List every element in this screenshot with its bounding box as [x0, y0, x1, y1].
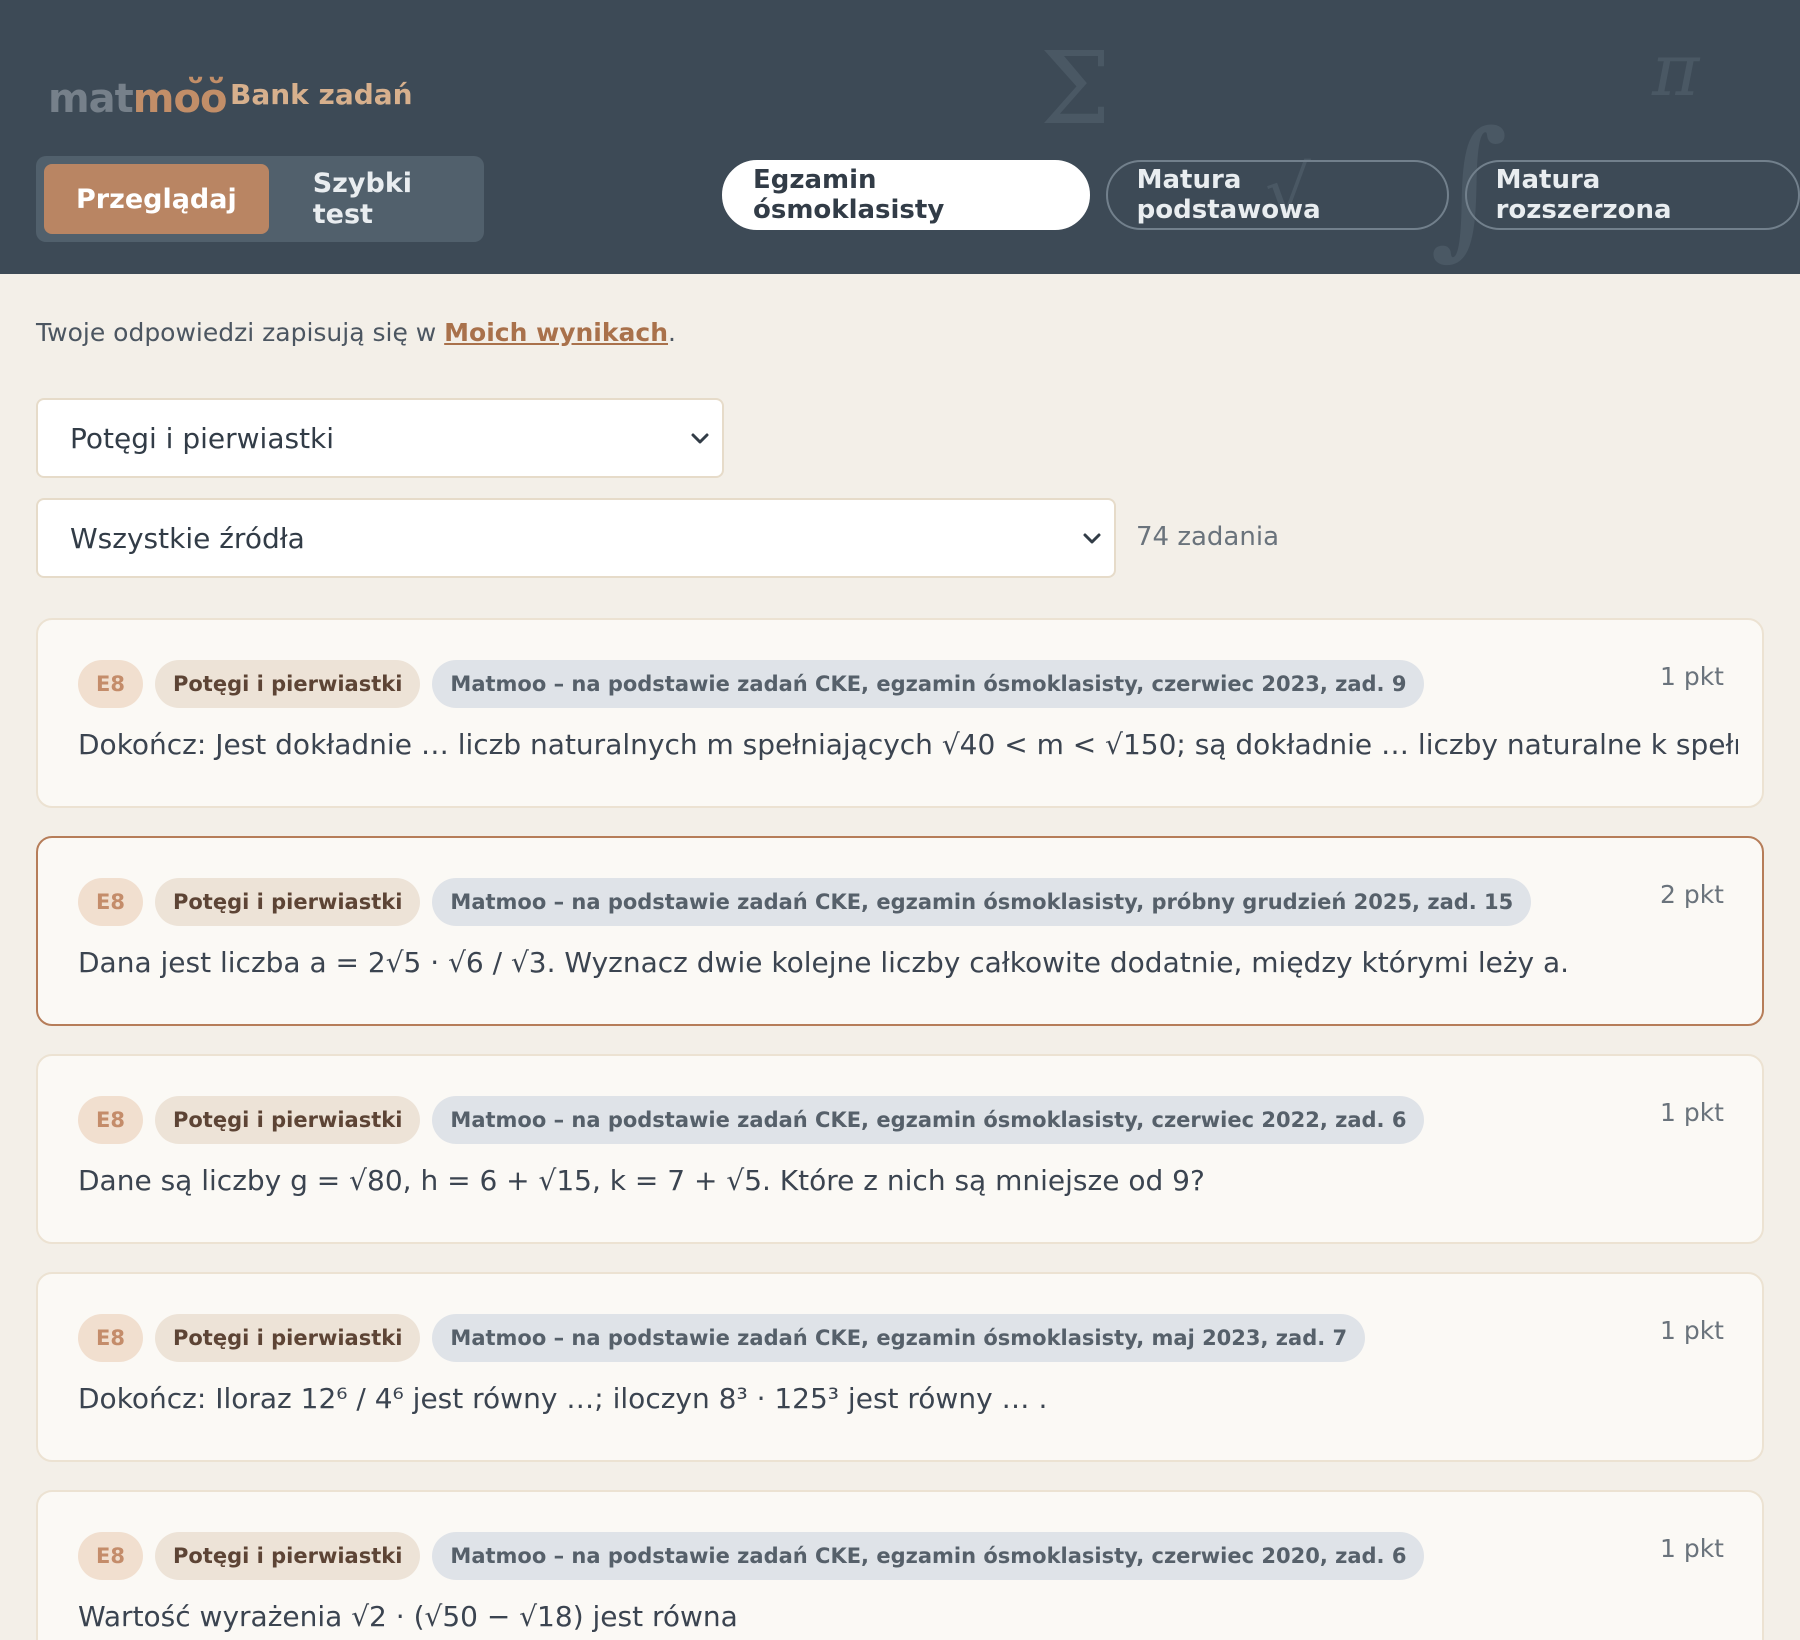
- source-badge: Matmoo – na podstawie zadań CKE, egzamin…: [432, 1314, 1366, 1362]
- task-card[interactable]: E8 Potęgi i pierwiastki Matmoo – na pods…: [36, 618, 1764, 808]
- task-text: Wartość wyrażenia √2 · (√50 − √18) jest …: [78, 1600, 738, 1633]
- sigma-decoration-icon: Σ: [1040, 30, 1111, 147]
- task-tags: E8 Potęgi i pierwiastki Matmoo – na pods…: [78, 660, 1425, 708]
- task-text: Dana jest liczba a = 2√5 · √6 / √3. Wyzn…: [78, 946, 1570, 979]
- task-text: Dokończ: Iloraz 12⁶ / 4⁶ jest równy …; i…: [78, 1382, 1048, 1415]
- topic-badge: Potęgi i pierwiastki: [154, 1314, 421, 1362]
- task-tags: E8 Potęgi i pierwiastki Matmoo – na pods…: [78, 1314, 1366, 1362]
- source-select[interactable]: Wszystkie źródła: [36, 498, 1116, 578]
- tab-matura-rozszerzona[interactable]: Matura rozszerzona: [1464, 160, 1800, 230]
- level-badge: E8: [78, 878, 143, 926]
- level-badge: E8: [78, 1532, 143, 1580]
- points-label: 2 pkt: [1659, 880, 1724, 909]
- source-badge: Matmoo – na podstawie zadań CKE, egzamin…: [432, 878, 1532, 926]
- task-tags: E8 Potęgi i pierwiastki Matmoo – na pods…: [78, 1532, 1425, 1580]
- task-text: Dokończ: Jest dokładnie … liczb naturaln…: [78, 728, 1738, 761]
- results-info: Twoje odpowiedzi zapisują się w Moich wy…: [36, 318, 676, 347]
- topic-select[interactable]: Potęgi i pierwiastki: [36, 398, 724, 478]
- points-label: 1 pkt: [1659, 1098, 1724, 1127]
- topic-badge: Potęgi i pierwiastki: [154, 1096, 421, 1144]
- source-select-value: Wszystkie źródła: [70, 521, 305, 555]
- matmoo-logo[interactable]: matmoo ᴗ ᴗ: [48, 64, 227, 122]
- source-badge: Matmoo – na podstawie zadań CKE, egzamin…: [432, 1096, 1425, 1144]
- task-tags: E8 Potęgi i pierwiastki Matmoo – na pods…: [78, 878, 1532, 926]
- points-label: 1 pkt: [1659, 1316, 1724, 1345]
- logo-horns-icon: ᴗ ᴗ: [188, 64, 224, 89]
- chevron-down-icon: [691, 433, 709, 444]
- task-card[interactable]: E8 Potęgi i pierwiastki Matmoo – na pods…: [36, 836, 1764, 1026]
- task-card[interactable]: E8 Potęgi i pierwiastki Matmoo – na pods…: [36, 1054, 1764, 1244]
- browse-mode-button[interactable]: Przeglądaj: [44, 164, 269, 234]
- task-text: Dane są liczby g = √80, h = 6 + √15, k =…: [78, 1164, 1205, 1197]
- mode-switch: Przeglądaj Szybki test: [36, 156, 484, 242]
- top-header: Σ π ∫ √ matmoo ᴗ ᴗ Bank zadań Przeglądaj…: [0, 0, 1800, 274]
- source-badge: Matmoo – na podstawie zadań CKE, egzamin…: [432, 1532, 1425, 1580]
- app-title: Bank zadań: [230, 78, 413, 111]
- exam-tabs: Egzamin ósmoklasisty Matura podstawowa M…: [722, 160, 1800, 230]
- task-card[interactable]: E8 Potęgi i pierwiastki Matmoo – na pods…: [36, 1490, 1764, 1640]
- points-label: 1 pkt: [1659, 662, 1724, 691]
- points-label: 1 pkt: [1659, 1534, 1724, 1563]
- topic-select-value: Potęgi i pierwiastki: [70, 421, 335, 455]
- task-card[interactable]: E8 Potęgi i pierwiastki Matmoo – na pods…: [36, 1272, 1764, 1462]
- level-badge: E8: [78, 660, 143, 708]
- quick-test-mode-button[interactable]: Szybki test: [281, 164, 484, 234]
- pi-decoration-icon: π: [1652, 28, 1700, 112]
- topic-badge: Potęgi i pierwiastki: [154, 660, 421, 708]
- tab-matura-podstawowa[interactable]: Matura podstawowa: [1105, 160, 1449, 230]
- tab-egzamin-osmoklasisty[interactable]: Egzamin ósmoklasisty: [722, 160, 1090, 230]
- source-badge: Matmoo – na podstawie zadań CKE, egzamin…: [432, 660, 1425, 708]
- level-badge: E8: [78, 1096, 143, 1144]
- topic-badge: Potęgi i pierwiastki: [154, 1532, 421, 1580]
- chevron-down-icon: [1083, 533, 1101, 544]
- level-badge: E8: [78, 1314, 143, 1362]
- task-tags: E8 Potęgi i pierwiastki Matmoo – na pods…: [78, 1096, 1425, 1144]
- my-results-link[interactable]: Moich wynikach: [444, 318, 668, 347]
- task-count: 74 zadania: [1136, 522, 1279, 552]
- topic-badge: Potęgi i pierwiastki: [154, 878, 421, 926]
